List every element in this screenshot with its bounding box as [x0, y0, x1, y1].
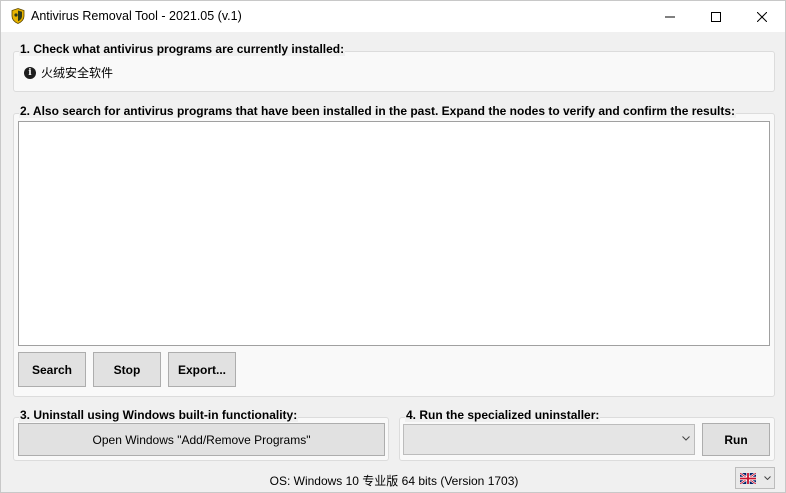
info-icon: i: [24, 66, 36, 79]
search-button[interactable]: Search: [18, 352, 86, 387]
installed-section-title: 1. Check what antivirus programs are cur…: [19, 42, 346, 56]
export-button[interactable]: Export...: [168, 352, 236, 387]
specialized-uninstaller-title: 4. Run the specialized uninstaller:: [405, 408, 601, 422]
builtin-uninstall-title: 3. Uninstall using Windows built-in func…: [19, 408, 299, 422]
open-add-remove-programs-button[interactable]: Open Windows "Add/Remove Programs": [18, 423, 385, 456]
close-icon: [757, 11, 767, 22]
title-bar[interactable]: Antivirus Removal Tool - 2021.05 (v.1): [1, 1, 785, 32]
chevron-down-icon: [764, 476, 771, 480]
window-title: Antivirus Removal Tool - 2021.05 (v.1): [31, 9, 242, 23]
maximize-button[interactable]: [693, 1, 739, 32]
history-section-title: 2. Also search for antivirus programs th…: [19, 104, 737, 118]
chevron-down-icon: [682, 436, 690, 441]
maximize-icon: [711, 11, 721, 22]
stop-button[interactable]: Stop: [93, 352, 161, 387]
close-button[interactable]: [739, 1, 785, 32]
uninstaller-select[interactable]: [403, 424, 695, 455]
shield-icon: [11, 8, 25, 24]
minimize-button[interactable]: [647, 1, 693, 32]
results-tree-view[interactable]: [18, 121, 770, 346]
installed-groupbox: [13, 51, 775, 92]
minimize-icon: [665, 16, 675, 17]
installed-item-name: 火绒安全软件: [41, 66, 114, 80]
uk-flag-icon: [740, 472, 756, 484]
language-button[interactable]: [735, 467, 775, 489]
installed-item: i 火绒安全软件: [24, 64, 113, 81]
app-window: Antivirus Removal Tool - 2021.05 (v.1) 1…: [0, 0, 786, 493]
run-button[interactable]: Run: [702, 423, 770, 456]
os-status-text: OS: Windows 10 专业版 64 bits (Version 1703…: [269, 474, 519, 488]
